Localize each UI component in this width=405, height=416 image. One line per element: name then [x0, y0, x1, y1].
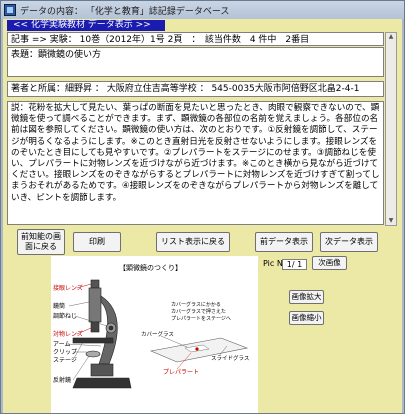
- window-title: データの内容： 「化学と教育」誌記録データベース: [20, 7, 230, 17]
- label-mirror: 反射鏡: [53, 376, 71, 384]
- label-eyepiece: 接眼レンズ: [53, 284, 83, 292]
- microscope-figure: 【顕微鏡のつくり】 接眼レンズ 鏡筒 調節ねじ 対物レンズ アーム クリップ ス…: [51, 256, 258, 413]
- label-adjust-screw: 調節ねじ: [53, 312, 77, 320]
- back-to-previous-screen-button[interactable]: 前知能の画面に戻る: [17, 229, 65, 255]
- label-slide-glass: スライドグラス: [211, 354, 249, 362]
- label-stage: ステージ: [53, 357, 77, 364]
- record-info-field[interactable]: 記事 => 実験： 10巻（2012年）1号 2頁 ： 該当件数 4 件中 2番…: [7, 32, 384, 46]
- content-area: << 化学実験教材 データ表示 >> 記事 => 実験： 10巻（2012年）1…: [3, 19, 402, 413]
- label-arm: アーム: [53, 341, 70, 348]
- next-image-button[interactable]: 次画像: [312, 256, 347, 270]
- note-line-3: プレパラートをステージへ: [171, 315, 231, 322]
- app-window: データの内容： 「化学と教育」誌記録データベース << 化学実験教材 データ表示…: [0, 0, 405, 414]
- app-icon: [4, 4, 16, 16]
- label-cover-glass: カバーグラス: [141, 330, 174, 338]
- label-tube: 鏡筒: [53, 302, 65, 310]
- zoom-in-image-button[interactable]: 画像拡大: [289, 290, 324, 304]
- description-textarea[interactable]: 説：花粉を拡大して見たい、葉っぱの断面を見たいと思ったとき、肉眼で観察できないの…: [7, 101, 384, 225]
- label-preparation: プレパラート: [163, 369, 199, 376]
- next-record-button[interactable]: 次データ表示: [320, 232, 378, 252]
- label-objective: 対物レンズ: [53, 330, 83, 338]
- note-line-2: カバーグラスで押さえた: [171, 308, 226, 315]
- scroll-up-icon[interactable]: ▲: [387, 33, 395, 41]
- previous-record-button[interactable]: 前データ表示: [255, 232, 313, 252]
- vertical-scrollbar[interactable]: ▲ ▼: [385, 32, 397, 226]
- figure-title: 【顕微鏡のつくり】: [119, 263, 182, 272]
- title-bar: データの内容： 「化学と教育」誌記録データベース: [1, 1, 404, 19]
- author-field[interactable]: 著者と所属：細野昇 ： 大阪府立住吉高等学校 ： 545-0035大阪市阿倍野区…: [7, 81, 384, 97]
- section-banner: << 化学実験教材 データ表示 >>: [7, 20, 165, 31]
- subject-field[interactable]: 表題：顕微鏡の使い方: [7, 47, 384, 77]
- preparation-slide-illustration: カバーグラスにかかる カバーグラスで押さえた プレパラートをステージへ カバーグ…: [141, 301, 249, 376]
- microscope-diagram: 【顕微鏡のつくり】 接眼レンズ 鏡筒 調節ねじ 対物レンズ アーム クリップ ス…: [53, 263, 249, 389]
- note-line-1: カバーグラスにかかる: [171, 301, 221, 308]
- label-clip: クリップ: [53, 349, 77, 356]
- print-button[interactable]: 印刷: [73, 232, 121, 252]
- zoom-out-image-button[interactable]: 画像縮小: [289, 311, 324, 325]
- pic-no-field[interactable]: 1/ 1: [282, 259, 307, 270]
- back-to-list-button[interactable]: リスト表示に戻る: [156, 232, 230, 252]
- scroll-down-icon[interactable]: ▼: [387, 217, 395, 225]
